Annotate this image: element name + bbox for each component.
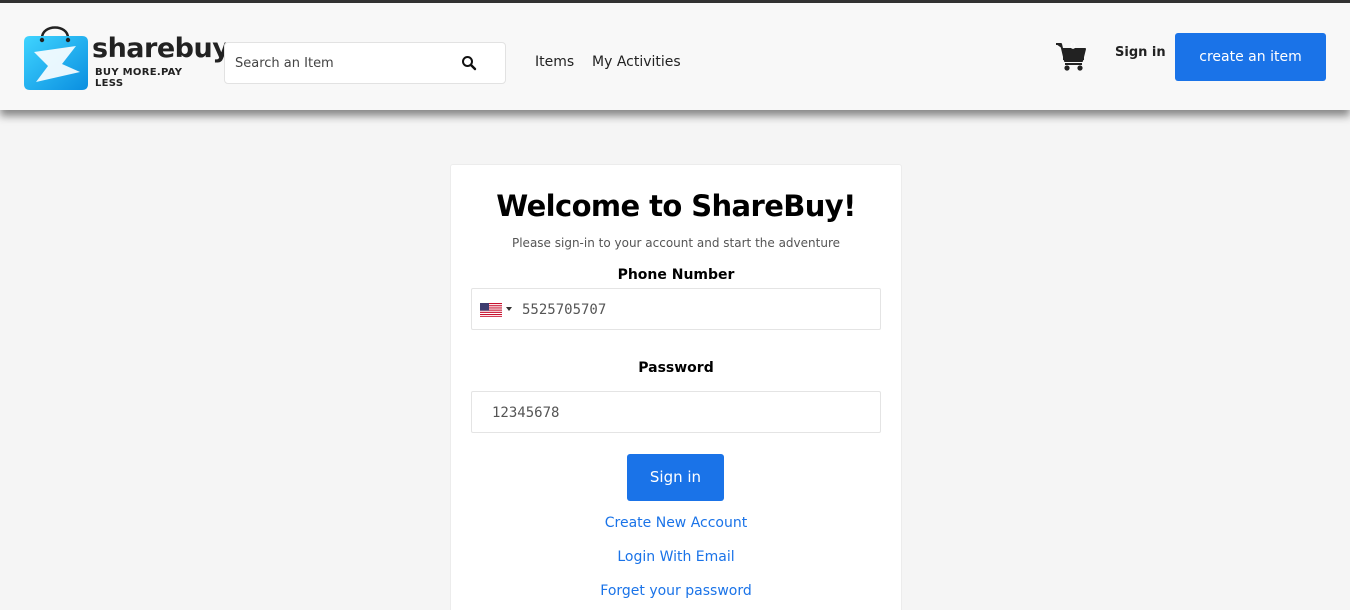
phone-input[interactable]: [522, 300, 872, 320]
password-field: [471, 391, 881, 433]
sharebuy-logo[interactable]: sharebuy BUY MORE.PAY LESS: [22, 16, 230, 90]
login-email-link[interactable]: Login With Email: [451, 549, 901, 565]
nav-items-link[interactable]: Items: [535, 54, 574, 70]
search-input[interactable]: [235, 53, 450, 73]
create-item-button[interactable]: create an item: [1175, 33, 1326, 81]
page-title: Welcome to ShareBuy!: [496, 189, 856, 223]
shopping-bag-logo-icon: [24, 26, 88, 90]
logo-tagline: BUY MORE.PAY LESS: [95, 67, 183, 89]
create-account-link[interactable]: Create New Account: [451, 515, 901, 531]
phone-field: [471, 288, 881, 330]
search-box: [224, 42, 506, 84]
page-subtitle: Please sign-in to your account and start…: [511, 236, 840, 250]
password-label: Password: [638, 360, 714, 376]
header-signin-link[interactable]: Sign in: [1115, 45, 1166, 60]
nav-my-activities-link[interactable]: My Activities: [592, 54, 681, 70]
cart-count-badge: 0: [1070, 42, 1076, 52]
site-header: sharebuy BUY MORE.PAY LESS Items My Acti…: [0, 3, 1350, 110]
phone-label: Phone Number: [617, 267, 735, 283]
signin-button[interactable]: Sign in: [627, 454, 724, 501]
logo-brand-text: sharebuy: [92, 33, 230, 64]
forgot-password-link[interactable]: Forget your password: [451, 583, 901, 599]
search-icon[interactable]: [461, 55, 477, 71]
password-input[interactable]: [492, 403, 872, 423]
country-dropdown-caret-icon[interactable]: [506, 307, 512, 311]
login-card: Welcome to ShareBuy! Please sign-in to y…: [450, 164, 902, 610]
us-flag-icon[interactable]: [480, 303, 502, 317]
